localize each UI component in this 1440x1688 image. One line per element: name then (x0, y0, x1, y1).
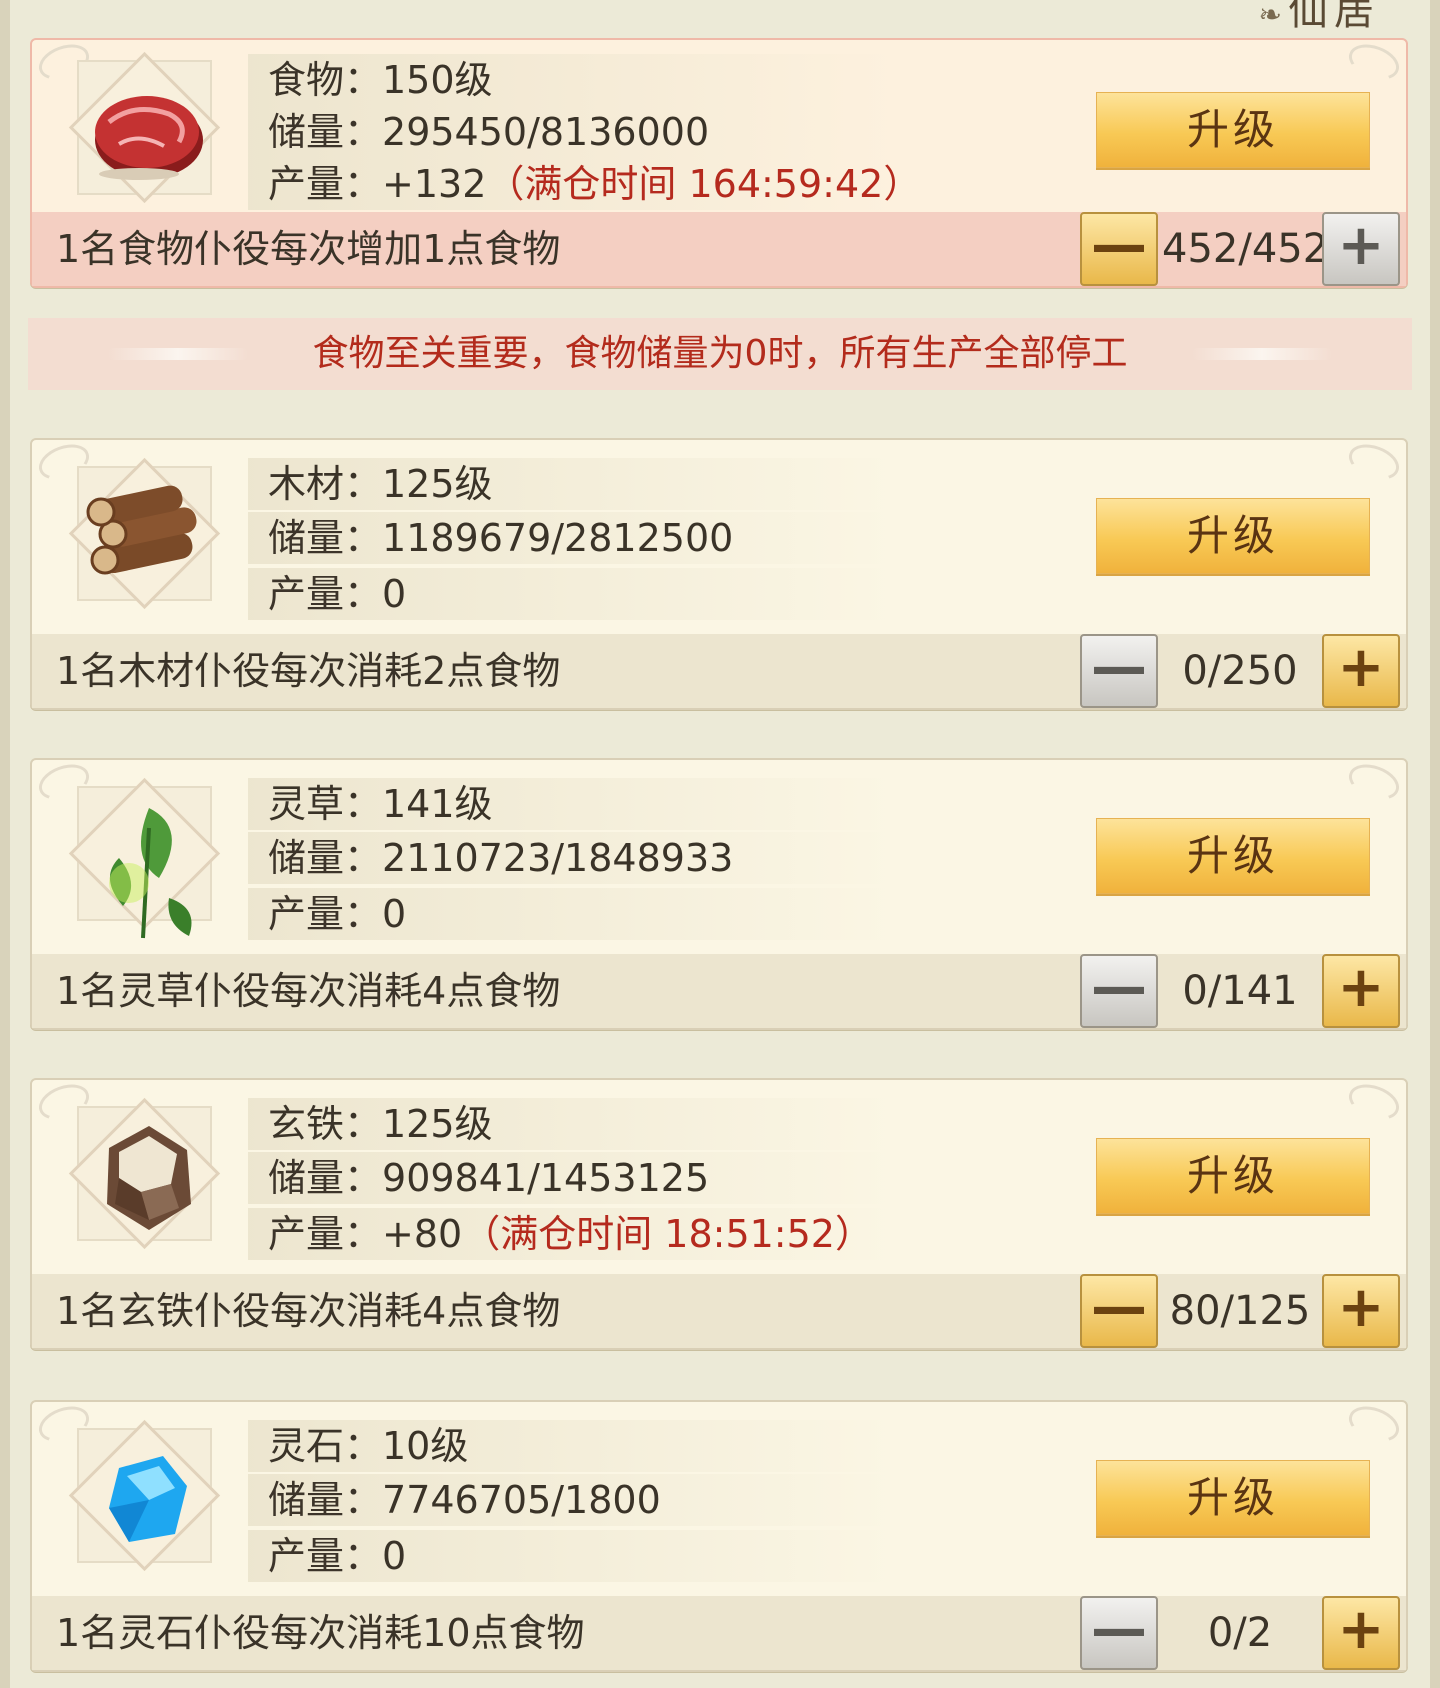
worker-row: 1名灵石仆役每次消耗10点食物 — 0/2 + (32, 1596, 1406, 1670)
frame-edge-right (1430, 0, 1440, 1688)
worker-description: 1名灵草仆役每次消耗4点食物 (56, 969, 561, 1013)
resource-card-wood: 木材：125级 储量：1189679/2812500 产量：0 升级 1名木材仆… (30, 438, 1408, 710)
worker-row: 1名灵草仆役每次消耗4点食物 — 0/141 + (32, 954, 1406, 1028)
resource-output: 产量：0 (248, 1530, 898, 1582)
cloud-ornament-icon (108, 348, 248, 360)
decrease-workers-button[interactable]: — (1080, 1274, 1158, 1348)
worker-row: 1名食物仆役每次增加1点食物 — 452/452 + (32, 212, 1406, 286)
resource-output: 产量：+80（满仓时间 18:51:52） (248, 1208, 898, 1260)
resource-storage: 储量：1189679/2812500 (248, 512, 898, 564)
resource-storage: 储量：295450/8136000 (248, 106, 898, 158)
frame-edge-left (0, 0, 10, 1688)
resource-level: 玄铁：125级 (248, 1098, 898, 1150)
full-time-text: （满仓时间 18:51:52） (462, 1212, 873, 1256)
scroll-ornament-icon: ❧ (1258, 0, 1288, 31)
decrease-workers-button[interactable]: — (1080, 1596, 1158, 1670)
resource-card-stone: 灵石：10级 储量：7746705/1800 产量：0 升级 1名灵石仆役每次消… (30, 1400, 1408, 1672)
worker-row: 1名木材仆役每次消耗2点食物 — 0/250 + (32, 634, 1406, 708)
decrease-workers-button[interactable]: — (1080, 212, 1158, 286)
worker-count: 0/2 (1207, 1610, 1273, 1656)
full-time-text: （满仓时间 164:59:42） (486, 162, 922, 206)
resource-storage: 储量：7746705/1800 (248, 1474, 898, 1526)
worker-description: 1名灵石仆役每次消耗10点食物 (56, 1611, 585, 1655)
corner-swirl-icon (1344, 38, 1404, 86)
resource-output: 产量：0 (248, 568, 898, 620)
corner-swirl-icon (1344, 1400, 1404, 1448)
resource-output: 产量：+132（满仓时间 164:59:42） (248, 158, 921, 210)
worker-count: 80/125 (1169, 1288, 1311, 1334)
upgrade-button[interactable]: 升级 (1096, 818, 1370, 894)
upgrade-button[interactable]: 升级 (1096, 498, 1370, 574)
worker-count: 0/250 (1182, 648, 1298, 694)
resource-card-herb: 灵草：141级 储量：2110723/1848933 产量：0 升级 1名灵草仆… (30, 758, 1408, 1030)
resource-icon-frame (68, 457, 221, 610)
header-title-text: 仙居 (1288, 0, 1380, 34)
worker-count: 452/452 (1162, 226, 1329, 272)
decrease-workers-button[interactable]: — (1080, 954, 1158, 1028)
warning-text: 食物至关重要，食物储量为0时，所有生产全部停工 (312, 333, 1128, 374)
resource-level: 木材：125级 (248, 458, 898, 510)
herb-leaf-icon (109, 808, 192, 939)
resource-card-iron: 玄铁：125级 储量：909841/1453125 产量：+80（满仓时间 18… (30, 1078, 1408, 1350)
cloud-ornament-icon (1192, 348, 1332, 360)
corner-swirl-icon (1344, 438, 1404, 486)
resource-icon-frame (68, 1419, 221, 1572)
resource-storage: 储量：909841/1453125 (248, 1152, 898, 1204)
resource-level: 灵草：141级 (248, 778, 898, 830)
header-title: ❧仙居 (1259, 0, 1380, 36)
increase-workers-button[interactable]: + (1322, 1596, 1400, 1670)
resource-icon-frame (68, 1097, 221, 1250)
resource-icon-frame (68, 777, 221, 939)
resource-storage: 储量：2110723/1848933 (248, 832, 898, 884)
logs-icon (86, 485, 197, 575)
meat-icon (95, 96, 203, 180)
resource-level: 食物：150级 (248, 54, 898, 106)
upgrade-button[interactable]: 升级 (1096, 1460, 1370, 1536)
worker-description: 1名食物仆役每次增加1点食物 (56, 227, 561, 271)
worker-description: 1名玄铁仆役每次消耗4点食物 (56, 1289, 561, 1333)
worker-count: 0/141 (1182, 968, 1298, 1014)
upgrade-button[interactable]: 升级 (1096, 1138, 1370, 1214)
decrease-workers-button[interactable]: — (1080, 634, 1158, 708)
corner-swirl-icon (1344, 1078, 1404, 1126)
resource-output: 产量：0 (248, 888, 898, 940)
upgrade-button[interactable]: 升级 (1096, 92, 1370, 168)
increase-workers-button[interactable]: + (1322, 634, 1400, 708)
worker-row: 1名玄铁仆役每次消耗4点食物 — 80/125 + (32, 1274, 1406, 1348)
increase-workers-button[interactable]: + (1322, 212, 1400, 286)
blue-crystal-icon (109, 1456, 187, 1542)
food-warning-banner: 食物至关重要，食物储量为0时，所有生产全部停工 (28, 318, 1412, 390)
resource-icon-frame (68, 51, 221, 204)
ore-rock-icon (107, 1126, 191, 1230)
increase-workers-button[interactable]: + (1322, 954, 1400, 1028)
resource-card-food: 食物：150级 储量：295450/8136000 产量：+132（满仓时间 1… (30, 38, 1408, 288)
resource-level: 灵石：10级 (248, 1420, 898, 1472)
worker-description: 1名木材仆役每次消耗2点食物 (56, 649, 561, 693)
increase-workers-button[interactable]: + (1322, 1274, 1400, 1348)
corner-swirl-icon (1344, 758, 1404, 806)
